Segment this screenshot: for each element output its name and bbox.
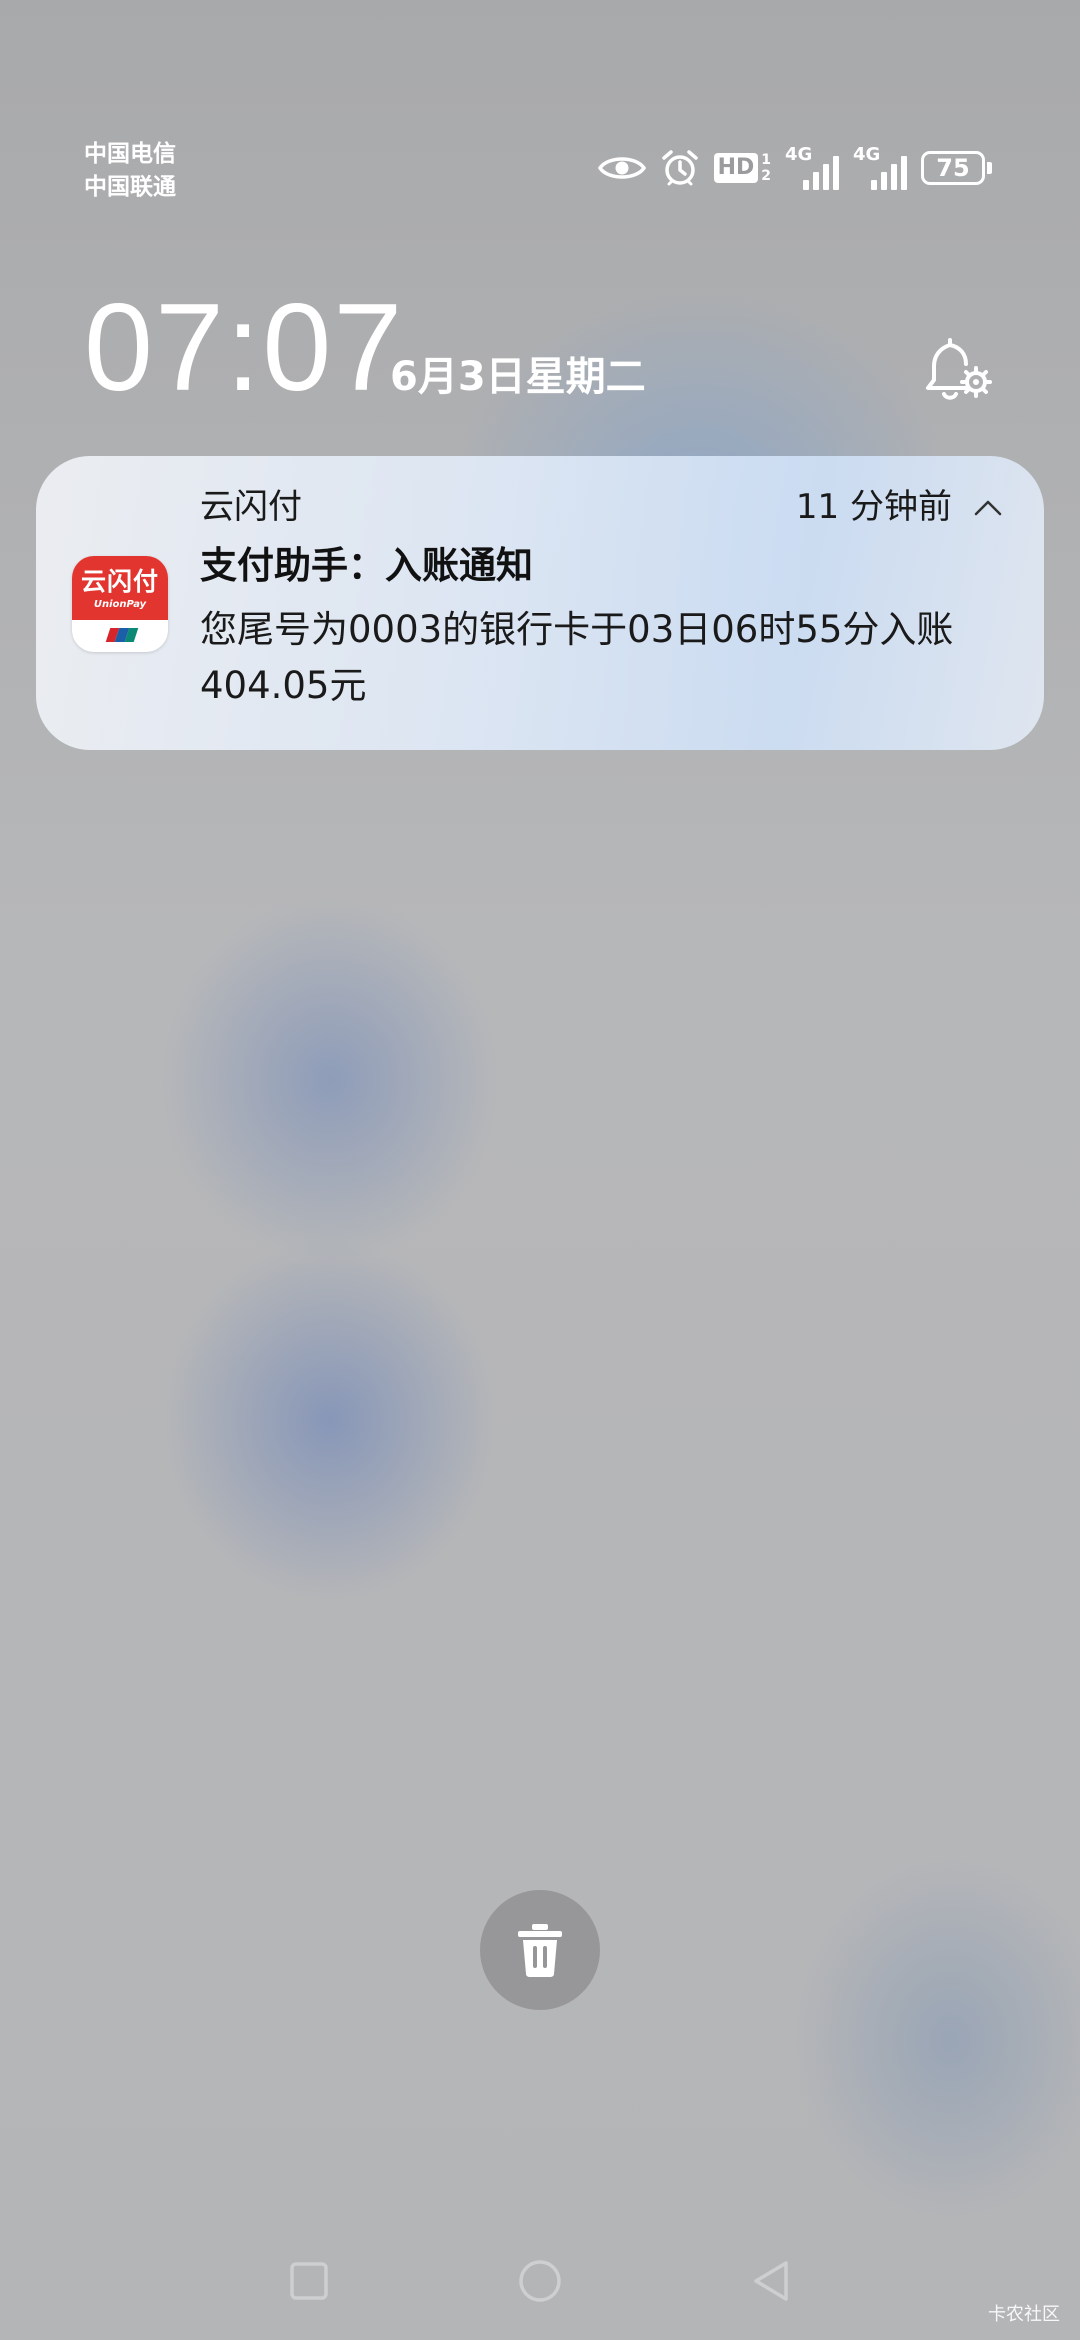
recents-icon[interactable] [284, 2256, 334, 2306]
clear-notifications-button[interactable] [480, 1890, 600, 2010]
unionpay-app-icon: 云闪付 UnionPay [72, 556, 168, 652]
battery-level: 75 [921, 151, 985, 185]
notification-body: 您尾号为0003的银行卡于03日06时55分入账404.05元 [200, 608, 954, 707]
lockscreen-clock: 07:07 [84, 279, 405, 417]
battery-icon: 75 [921, 151, 992, 185]
notification-card[interactable]: 云闪付 UnionPay 云闪付 11 分钟前 支付助手：入账通知 您尾号为00… [36, 456, 1044, 750]
network-type-2: 4G [853, 144, 881, 165]
signal-icon-2: 4G [853, 146, 907, 190]
hd-sub-2: 2 [761, 168, 771, 184]
hd-badge: HD [713, 153, 759, 183]
notification-app-name: 云闪付 [200, 487, 302, 527]
notification-time: 11 分钟前 [795, 487, 952, 527]
notification-settings-icon[interactable] [920, 332, 992, 404]
hd-icon: HD 1 2 [713, 152, 771, 184]
watermark: 卡农社区 [988, 2304, 1060, 2325]
carrier-2: 中国联通 [84, 174, 176, 200]
status-icons: HD 1 2 4G 4G 75 [597, 146, 992, 190]
app-icon-subtext: UnionPay [93, 599, 147, 610]
collapse-chevron-icon[interactable] [972, 492, 1004, 524]
lockscreen-date: 6月3日星期二 [390, 354, 646, 400]
signal-icon-1: 4G [785, 146, 839, 190]
trash-icon [518, 1924, 562, 1977]
navigation-bar [0, 2252, 1080, 2312]
carrier-labels: 中国电信 中国联通 [84, 138, 176, 204]
alarm-icon [660, 148, 700, 188]
home-icon[interactable] [515, 2256, 565, 2306]
network-type-1: 4G [785, 144, 813, 165]
hd-sub-1: 1 [761, 152, 771, 168]
app-icon-text: 云闪付 [80, 567, 159, 596]
eye-icon [597, 152, 646, 184]
notification-title: 支付助手：入账通知 [200, 544, 533, 587]
back-icon[interactable] [746, 2256, 796, 2306]
unionpay-flag [105, 628, 139, 642]
carrier-1: 中国电信 [84, 141, 176, 167]
